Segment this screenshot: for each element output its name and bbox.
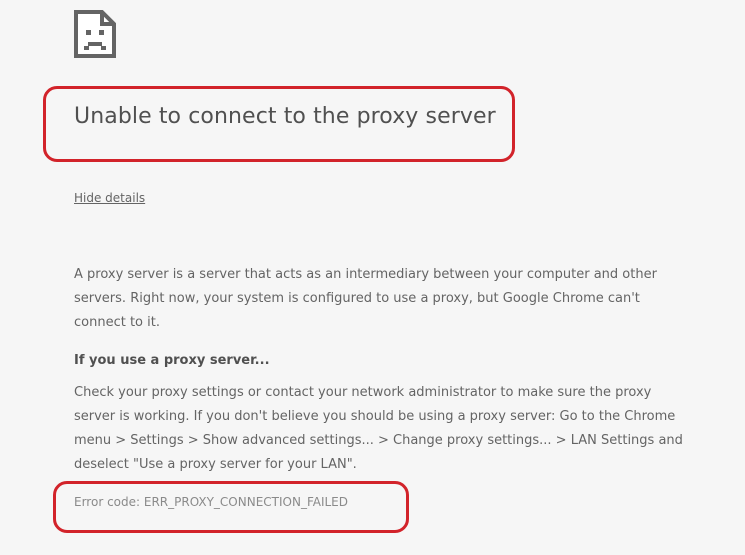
page-title: Unable to connect to the proxy server bbox=[74, 104, 496, 129]
sad-page-icon bbox=[74, 10, 116, 58]
hide-details-link[interactable]: Hide details bbox=[74, 191, 145, 205]
proxy-section-heading: If you use a proxy server... bbox=[74, 353, 270, 368]
error-explanation: A proxy server is a server that acts as … bbox=[74, 267, 657, 330]
proxy-section-body: Check your proxy settings or contact you… bbox=[74, 385, 683, 472]
error-code: Error code: ERR_PROXY_CONNECTION_FAILED bbox=[74, 495, 349, 509]
